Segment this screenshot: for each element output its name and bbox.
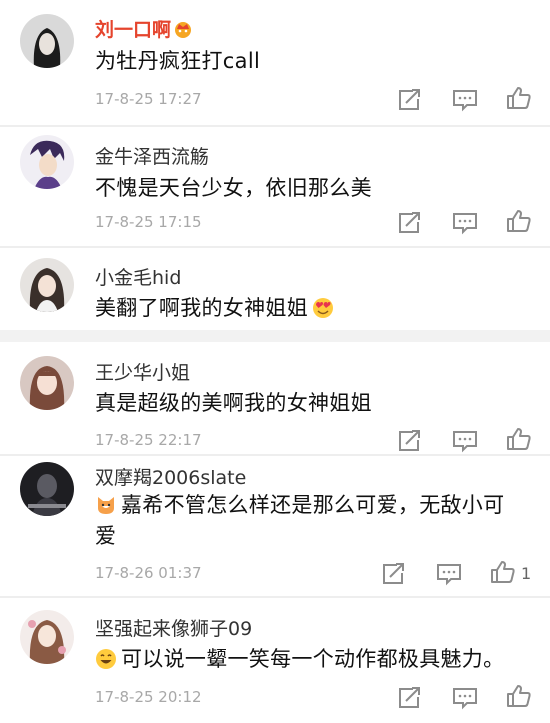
username[interactable]: 小金毛hid	[95, 263, 181, 290]
divider	[0, 330, 550, 342]
like-icon[interactable]	[506, 427, 532, 451]
like-icon[interactable]	[490, 560, 516, 584]
username[interactable]: 双摩羯2006slate	[95, 463, 246, 490]
comment-icon[interactable]	[452, 211, 478, 235]
avatar[interactable]	[20, 462, 74, 516]
username-text[interactable]: 刘一口啊	[95, 19, 171, 41]
comment-icon[interactable]	[452, 686, 478, 710]
comment-text-span: 美翻了啊我的女神姐姐	[95, 296, 308, 320]
comment-item: 小金毛hid 美翻了啊我的女神姐姐	[0, 248, 550, 330]
comment-text: 真是超级的美啊我的女神姐姐	[95, 391, 372, 415]
comment-text: 不愧是天台少女，依旧那么美	[95, 176, 372, 200]
avatar[interactable]	[20, 14, 74, 68]
comment-item: 双摩羯2006slate 嘉希不管怎么样还是那么可爱，无敌小可爱 17-8-26…	[0, 456, 550, 596]
like-icon[interactable]	[506, 209, 532, 233]
repost-icon[interactable]	[396, 686, 422, 710]
avatar[interactable]	[20, 258, 74, 312]
comment-item: 坚强起来像狮子09 可以说一颦一笑每一个动作都极具魅力。 17-8-25 20:…	[0, 598, 550, 723]
comment-text-span: 可以说一颦一笑每一个动作都极具魅力。	[121, 647, 505, 671]
repost-icon[interactable]	[396, 211, 422, 235]
avatar[interactable]	[20, 135, 74, 189]
like-icon[interactable]	[506, 684, 532, 708]
username[interactable]: 王少华小姐	[95, 358, 190, 385]
heart-eyes-emoji-icon	[313, 298, 333, 318]
timestamp: 17-8-25 17:27	[95, 90, 202, 108]
cat-emoji-icon	[98, 497, 114, 514]
vip-crown-icon	[173, 20, 193, 38]
username[interactable]: 刘一口啊	[95, 15, 193, 42]
comment-item: 王少华小姐 真是超级的美啊我的女神姐姐 17-8-25 22:17	[0, 342, 550, 454]
smile-emoji-icon	[96, 649, 116, 669]
comment-text: 可以说一颦一笑每一个动作都极具魅力。	[95, 644, 535, 675]
repost-icon[interactable]	[396, 429, 422, 453]
comment-icon[interactable]	[436, 562, 462, 586]
username[interactable]: 金牛泽西流觞	[95, 142, 209, 169]
avatar[interactable]	[20, 610, 74, 664]
comment-icon[interactable]	[452, 429, 478, 453]
comment-text: 美翻了啊我的女神姐姐	[95, 293, 535, 324]
timestamp: 17-8-25 20:12	[95, 688, 202, 706]
comment-text: 为牡丹疯狂打call	[95, 49, 261, 73]
like-count: 1	[521, 564, 532, 583]
repost-icon[interactable]	[396, 88, 422, 112]
username[interactable]: 坚强起来像狮子09	[95, 614, 252, 641]
comment-text: 嘉希不管怎么样还是那么可爱，无敌小可爱	[95, 490, 535, 552]
comment-item: 刘一口啊 为牡丹疯狂打call 17-8-25 17:27	[0, 0, 550, 125]
avatar[interactable]	[20, 356, 74, 410]
comment-item: 金牛泽西流觞 不愧是天台少女，依旧那么美 17-8-25 17:15	[0, 127, 550, 246]
timestamp: 17-8-26 01:37	[95, 564, 202, 582]
like-icon[interactable]	[506, 86, 532, 110]
repost-icon[interactable]	[380, 562, 406, 586]
timestamp: 17-8-25 17:15	[95, 213, 202, 231]
timestamp: 17-8-25 22:17	[95, 431, 202, 449]
comment-icon[interactable]	[452, 88, 478, 112]
comment-text-line1: 嘉希不管怎么样还是那么可爱，无敌小可	[121, 493, 505, 517]
comment-text-line2: 爱	[95, 524, 117, 548]
